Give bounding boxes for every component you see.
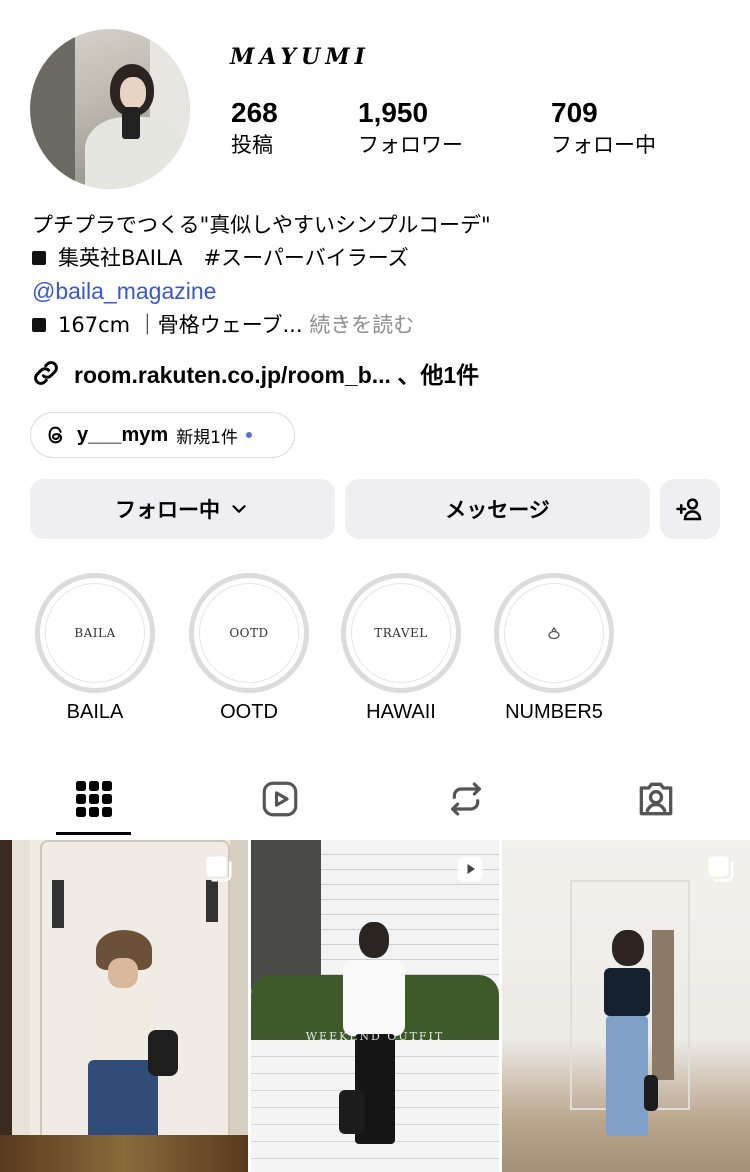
profile-link-text[interactable]: room.rakuten.co.jp/room_b... 、他1件	[74, 356, 479, 390]
threads-new-dot	[246, 432, 253, 438]
message-button-label: メッセージ	[445, 498, 550, 522]
chevron-down-icon	[232, 505, 246, 513]
post-thumbnail[interactable]	[502, 840, 750, 1172]
stat-followers-label: フォロワー	[358, 133, 463, 157]
bio-line-4: 167cm ｜骨格ウェーブ...	[58, 313, 310, 337]
stat-followers-count: 1,950	[358, 97, 429, 128]
highlight-label: BAILA	[66, 701, 124, 723]
post-thumbnail[interactable]	[0, 840, 248, 1172]
post-grid: WEEKEND OUTFIT	[0, 840, 750, 1172]
highlight-label: HAWAII	[366, 701, 436, 723]
active-tab-indicator	[56, 832, 131, 835]
message-button[interactable]: メッセージ	[345, 479, 650, 539]
reel-icon	[457, 856, 483, 882]
ring-icon	[548, 626, 560, 640]
stat-posts-label: 投稿	[231, 133, 273, 157]
black-square-icon	[32, 251, 46, 265]
stat-following[interactable]: 709 フォロー中	[551, 96, 656, 160]
posts-grid-icon	[76, 781, 112, 817]
highlight-hawaii[interactable]: TRAVEL HAWAII	[341, 573, 461, 724]
threads-icon	[48, 426, 63, 444]
post-thumbnail[interactable]: WEEKEND OUTFIT	[251, 840, 499, 1172]
threads-new-count: 新規1件	[176, 427, 239, 448]
bio-line-2: 集英社BAILA #スーパーバイラーズ	[58, 246, 409, 270]
following-button-label: フォロー中	[115, 498, 220, 522]
bio-mention-link[interactable]: @baila_magazine	[32, 278, 216, 304]
tab-reels[interactable]	[186, 760, 374, 838]
highlight-cover: BAILA	[45, 583, 145, 683]
threads-handle: y___mym	[77, 423, 169, 446]
tab-reposts[interactable]	[372, 760, 560, 838]
bio-line-1: プチプラでつくる"真似しやすいシンプルコーデ"	[32, 213, 491, 237]
add-person-button[interactable]	[660, 479, 720, 539]
profile-tabs	[0, 760, 750, 838]
highlight-baila[interactable]: BAILA BAILA	[35, 573, 155, 724]
stat-posts-count: 268	[231, 97, 278, 128]
profile-username: MAYUMI	[230, 44, 370, 70]
profile-link[interactable]: room.rakuten.co.jp/room_b... 、他1件	[30, 355, 479, 391]
stat-following-label: フォロー中	[551, 133, 656, 157]
profile-bio: プチプラでつくる"真似しやすいシンプルコーデ" 集英社BAILA #スーパーバイ…	[32, 209, 732, 342]
profile-avatar[interactable]	[30, 29, 190, 189]
tab-posts[interactable]	[0, 760, 188, 838]
highlight-cover: OOTD	[199, 583, 299, 683]
reposts-icon	[451, 782, 481, 816]
multi-photo-icon	[206, 856, 232, 882]
tagged-icon	[639, 782, 673, 816]
stat-following-count: 709	[551, 97, 598, 128]
add-person-icon	[676, 498, 702, 521]
highlight-label: NUMBER5	[505, 701, 603, 723]
stat-followers[interactable]: 1,950 フォロワー	[358, 96, 463, 160]
post-overlay-text: WEEKEND OUTFIT	[305, 1030, 445, 1043]
tab-tagged[interactable]	[562, 760, 750, 838]
link-icon	[34, 361, 58, 385]
black-square-icon	[32, 318, 46, 332]
highlight-label: OOTD	[220, 701, 278, 723]
stat-posts[interactable]: 268 投稿	[231, 96, 278, 160]
multi-photo-icon	[708, 856, 734, 882]
bio-read-more[interactable]: 続きを読む	[309, 313, 414, 337]
threads-badge[interactable]: y___mym 新規1件	[30, 412, 295, 458]
following-button[interactable]: フォロー中	[30, 479, 335, 539]
highlight-number5[interactable]: NUMBER5	[494, 573, 614, 724]
highlight-cover: TRAVEL	[351, 583, 451, 683]
highlight-ootd[interactable]: OOTD OOTD	[189, 573, 309, 724]
reels-icon	[262, 781, 298, 817]
